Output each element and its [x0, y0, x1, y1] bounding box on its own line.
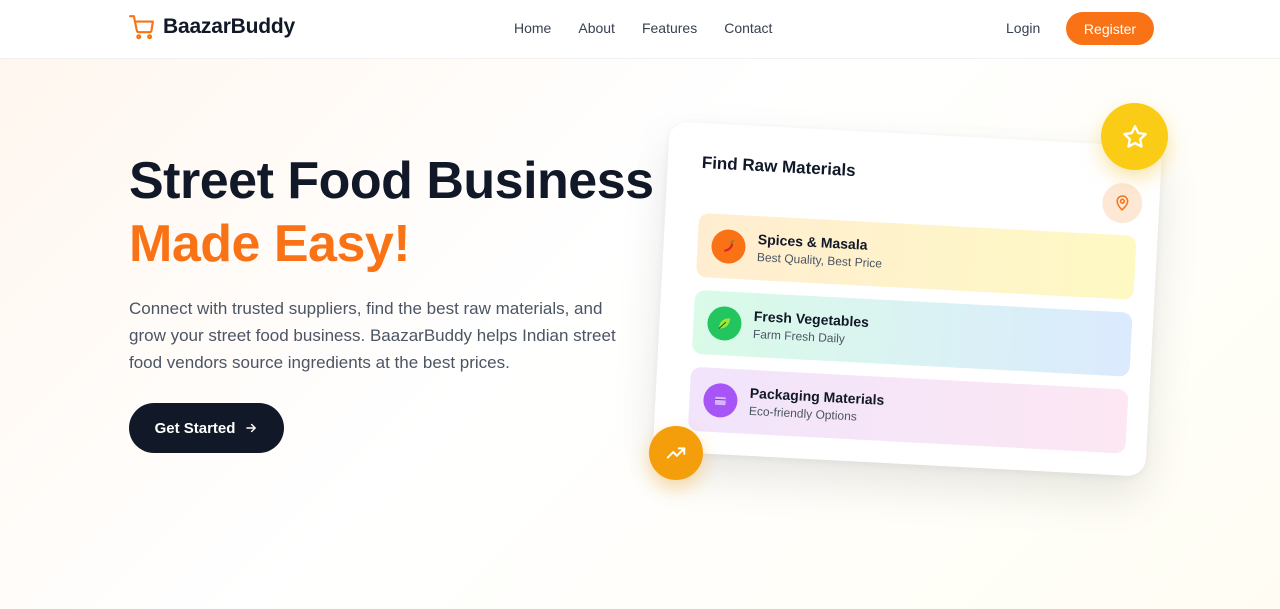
- location-badge[interactable]: [1101, 182, 1144, 225]
- hero-description: Connect with trusted suppliers, find the…: [129, 299, 616, 372]
- star-badge: [1101, 103, 1168, 170]
- material-item-vegetables[interactable]: Fresh Vegetables Farm Fresh Daily: [691, 289, 1133, 377]
- brand-logo[interactable]: BaazarBuddy: [129, 14, 295, 40]
- package-icon: [702, 382, 739, 419]
- login-link[interactable]: Login: [1006, 20, 1040, 36]
- brand-name: BaazarBuddy: [163, 15, 296, 38]
- site-header: BaazarBuddy Home About Features Contact …: [0, 0, 1280, 59]
- arrow-right-icon: [246, 423, 257, 433]
- trending-up-icon: [666, 447, 686, 459]
- shopping-cart-icon: [129, 15, 154, 40]
- card-title: Find Raw Materials: [701, 153, 857, 181]
- nav-link-about[interactable]: About: [578, 20, 615, 36]
- nav-link-features[interactable]: Features: [642, 20, 697, 36]
- leaf-icon: [706, 305, 743, 342]
- material-item-spices[interactable]: Spices & Masala Best Quality, Best Price: [695, 212, 1137, 300]
- nav-link-home[interactable]: Home: [514, 20, 551, 36]
- hero-title-line2: Made Easy!: [129, 215, 411, 273]
- hero-title: Street Food Business Made Easy!: [129, 150, 654, 276]
- get-started-label: Get Started: [154, 419, 236, 437]
- trend-badge: [649, 426, 703, 480]
- get-started-button[interactable]: Get Started: [129, 403, 284, 453]
- map-pin-icon: [1116, 195, 1129, 211]
- chili-icon: [710, 228, 747, 265]
- nav-link-contact[interactable]: Contact: [724, 20, 772, 36]
- register-button[interactable]: Register: [1066, 12, 1154, 45]
- star-icon: [1122, 124, 1147, 148]
- material-item-packaging[interactable]: Packaging Materials Eco-friendly Options: [687, 366, 1129, 454]
- hero-title-line1: Street Food Business: [129, 152, 654, 210]
- main-nav: Home About Features Contact: [514, 20, 772, 36]
- raw-materials-card: Find Raw Materials Spices & Masala Best …: [652, 121, 1163, 477]
